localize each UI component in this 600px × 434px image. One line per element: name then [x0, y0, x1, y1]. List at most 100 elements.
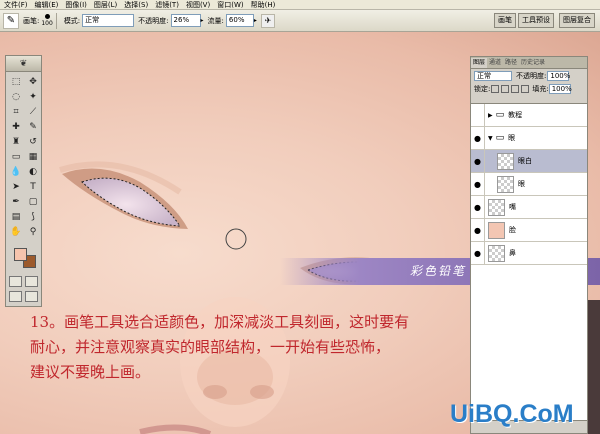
visibility-toggle[interactable]: ● [471, 241, 485, 265]
tool-preset-picker[interactable]: ✎ [3, 12, 19, 29]
layer-nose[interactable]: ● 鼻 [471, 241, 587, 265]
marquee-tool-icon[interactable]: ⬚ [8, 75, 24, 89]
tab-channels[interactable]: 通道 [487, 58, 503, 68]
tool-grid: ⬚ ✥ ◌ ✦ ⌗ ⟋ ✚ ✎ ♜ ↺ ▭ ▦ 💧 ◐ ➤ T ✒ ▢ ▤ ⟆ … [6, 72, 41, 242]
layer-group-eye[interactable]: ● ▼ ▭ 眼 [471, 126, 587, 150]
eye-icon: ● [474, 225, 481, 235]
slice-tool-icon[interactable]: ⟋ [25, 105, 41, 119]
airbrush-toggle[interactable]: ✈ [260, 13, 275, 28]
quick-mask-mode-icon[interactable] [24, 276, 38, 287]
layer-thumbnail [497, 152, 514, 170]
layer-group-tutorial[interactable]: ▶ ▭ 教程 [471, 103, 587, 127]
well-layer-comps[interactable]: 图层复合 [559, 13, 595, 28]
menu-layer[interactable]: 图层(L) [94, 0, 117, 10]
mode-select[interactable]: 正常 [82, 14, 135, 27]
palette-header[interactable]: ❦ [6, 56, 41, 72]
menu-edit[interactable]: 编辑(E) [35, 0, 59, 10]
menu-filter[interactable]: 滤镜(T) [155, 0, 179, 10]
lasso-tool-icon[interactable]: ◌ [8, 90, 24, 104]
menu-file[interactable]: 文件(F) [4, 0, 28, 10]
brush-icon: ✎ [6, 15, 16, 26]
type-tool-icon[interactable]: T [25, 180, 41, 194]
eye-icon: ● [474, 202, 481, 212]
hand-tool-icon[interactable]: ✋ [8, 225, 24, 239]
visibility-toggle[interactable]: ● [471, 195, 485, 219]
eyedropper-tool-icon[interactable]: ⟆ [25, 210, 41, 224]
path-selection-tool-icon[interactable]: ➤ [8, 180, 24, 194]
eye-icon: ● [474, 248, 481, 258]
eraser-tool-icon[interactable]: ▭ [8, 150, 24, 164]
zoom-tool-icon[interactable]: ⚲ [25, 225, 41, 239]
color-swatches [8, 244, 39, 272]
lock-pixels-icon[interactable] [501, 84, 510, 93]
healing-brush-tool-icon[interactable]: ✚ [8, 120, 24, 134]
history-brush-tool-icon[interactable]: ↺ [25, 135, 41, 149]
tutorial-caption: 13。画笔工具选合适颜色，加深减淡工具刻画，这时要有 耐心，并注意观察真实的眼部… [30, 310, 460, 385]
layer-face[interactable]: ● 脸 [471, 218, 587, 242]
layer-mouth[interactable]: ● 嘴 [471, 195, 587, 219]
expand-triangle-icon[interactable]: ▶ [488, 112, 493, 119]
layer-eye[interactable]: ● 眼 [471, 172, 587, 196]
flow-input[interactable]: 60% [225, 14, 254, 27]
menu-image[interactable]: 图像(I) [65, 0, 87, 10]
shape-tool-icon[interactable]: ▢ [25, 195, 41, 209]
caption-line: 建议不要晚上画。 [30, 363, 151, 381]
menu-help[interactable]: 帮助(H) [251, 0, 276, 10]
tab-layers[interactable]: 图层 [471, 58, 488, 68]
visibility-toggle[interactable]: ● [471, 172, 485, 196]
brush-tool-icon[interactable]: ✎ [25, 120, 41, 134]
caption-line: 耐心，并注意观察真实的眼部结构，一开始有些恐怖， [30, 338, 391, 356]
move-tool-icon[interactable]: ✥ [25, 75, 41, 89]
foreground-color-swatch[interactable] [14, 248, 27, 261]
collapse-triangle-icon[interactable]: ▼ [488, 135, 493, 142]
menu-view[interactable]: 视图(V) [186, 0, 210, 10]
visibility-toggle[interactable]: ● [471, 149, 485, 173]
layer-opacity-input[interactable]: 100% [547, 70, 570, 81]
visibility-toggle[interactable]: ● [471, 126, 485, 150]
mode-label: 模式: [63, 16, 81, 25]
layer-thumbnail [488, 221, 505, 239]
lock-position-icon[interactable] [511, 84, 520, 93]
crop-tool-icon[interactable]: ⌗ [8, 105, 24, 119]
tab-history[interactable]: 历史记录 [519, 58, 547, 68]
lock-all-icon[interactable] [521, 84, 530, 93]
layer-thumbnail [488, 244, 505, 262]
flow-dropdown-icon[interactable]: ▸ [254, 17, 257, 24]
site-watermark: UiBQ.CoM [450, 400, 574, 428]
visibility-toggle[interactable] [471, 103, 485, 127]
layer-name: 鼻 [509, 249, 516, 257]
notes-tool-icon[interactable]: ▤ [8, 210, 24, 224]
menu-select[interactable]: 选择(S) [124, 0, 148, 10]
tools-palette: ❦ ⬚ ✥ ◌ ✦ ⌗ ⟋ ✚ ✎ ♜ ↺ ▭ ▦ 💧 ◐ ➤ T ✒ ▢ ▤ … [5, 55, 42, 307]
lock-transparency-icon[interactable] [491, 84, 500, 93]
layers-panel: 图层 通道 路径 历史记录 正常 不透明度: 100% 锁定: 填充: 100%… [470, 56, 588, 434]
standard-mode-icon[interactable] [9, 276, 23, 287]
menu-window[interactable]: 窗口(W) [217, 0, 243, 10]
opacity-label: 不透明度: [138, 16, 169, 25]
lock-label: 锁定: [474, 84, 491, 93]
screen-mode-full-icon[interactable] [24, 291, 38, 302]
opacity-input[interactable]: 26% [170, 14, 201, 27]
screen-mode-standard-icon[interactable] [9, 291, 23, 302]
layer-name: 眼白 [518, 157, 532, 165]
tab-paths[interactable]: 路径 [503, 58, 519, 68]
well-brushes[interactable]: 画笔 [494, 13, 516, 28]
gradient-tool-icon[interactable]: ▦ [25, 150, 41, 164]
options-bar: ✎ 画笔: 100 模式: 正常 不透明度: 26% ▸ 流量: 60% ▸ ✈… [0, 10, 600, 32]
layer-name: 眼 [508, 134, 516, 142]
layer-eye-white[interactable]: ● 眼白 [471, 149, 587, 173]
pen-tool-icon[interactable]: ✒ [8, 195, 24, 209]
mask-modes [6, 274, 41, 289]
brush-preset-picker[interactable]: 100 [41, 14, 53, 27]
opacity-dropdown-icon[interactable]: ▸ [201, 17, 204, 24]
blur-tool-icon[interactable]: 💧 [8, 165, 24, 179]
well-tool-presets[interactable]: 工具预设 [518, 13, 554, 28]
magic-wand-tool-icon[interactable]: ✦ [25, 90, 41, 104]
clone-stamp-tool-icon[interactable]: ♜ [8, 135, 24, 149]
fill-input[interactable]: 100% [548, 83, 572, 94]
dodge-tool-icon[interactable]: ◐ [25, 165, 41, 179]
brush-size: 100 [41, 20, 53, 27]
visibility-toggle[interactable]: ● [471, 218, 485, 242]
caption-line: 13。画笔工具选合适颜色，加深减淡工具刻画，这时要有 [30, 313, 410, 331]
blend-mode-select[interactable]: 正常 [474, 70, 512, 81]
